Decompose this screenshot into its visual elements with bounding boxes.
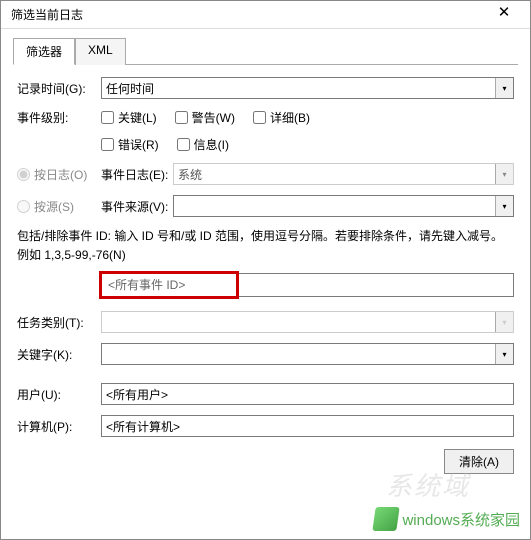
label-event-source: 事件来源(V): [101,198,173,215]
level-checkbox-group: 关键(L) 警告(W) 详细(B) [101,109,514,126]
keywords-combo[interactable]: ▾ [101,343,514,365]
radio-by-source[interactable]: 按源(S) [17,198,101,215]
checkbox-warning-input[interactable] [175,111,188,124]
radio-by-source-input[interactable] [17,200,30,213]
event-id-placeholder: <所有事件 ID> [102,274,236,295]
chevron-down-icon: ▾ [495,312,513,332]
windows-logo-icon [373,507,400,531]
task-category-combo[interactable]: ▾ [101,311,514,333]
event-id-highlight: <所有事件 ID> [99,271,239,299]
checkbox-info-input[interactable] [177,138,190,151]
titlebar: 筛选当前日志 ✕ [1,1,530,29]
tab-xml[interactable]: XML [75,38,126,65]
checkbox-info[interactable]: 信息(I) [177,136,229,153]
event-log-value: 系统 [178,166,202,183]
label-user: 用户(U): [17,386,101,403]
filter-dialog: 筛选当前日志 ✕ 筛选器 XML 记录时间(G): 任何时间 ▾ [0,0,531,540]
checkbox-error[interactable]: 错误(R) [101,136,159,153]
label-logged: 记录时间(G): [17,80,101,97]
user-input[interactable] [101,383,514,405]
checkbox-critical[interactable]: 关键(L) [101,109,157,126]
logged-time-value: 任何时间 [106,80,154,97]
chevron-down-icon: ▾ [495,196,513,216]
event-id-input[interactable]: <所有事件 ID> [101,273,514,297]
close-icon: ✕ [498,4,511,21]
checkbox-info-label: 信息(I) [194,136,229,153]
label-level: 事件级别: [17,109,101,126]
checkbox-critical-input[interactable] [101,111,114,124]
radio-by-log-input[interactable] [17,168,30,181]
brand-watermark: windows系统家园 [374,507,520,531]
radio-by-log[interactable]: 按日志(O) [17,166,101,183]
event-source-combo[interactable]: ▾ [173,195,514,217]
chevron-down-icon: ▾ [495,164,513,184]
checkbox-verbose-input[interactable] [253,111,266,124]
computer-input[interactable] [101,415,514,437]
brand-text: windows系统家园 [402,509,520,530]
label-computer: 计算机(P): [17,418,101,435]
checkbox-error-input[interactable] [101,138,114,151]
event-log-combo[interactable]: 系统 ▾ [173,163,514,185]
content-area: 筛选器 XML 记录时间(G): 任何时间 ▾ 事件级别: [1,29,530,488]
tab-strip: 筛选器 XML [13,37,518,65]
tab-filter[interactable]: 筛选器 [13,38,75,65]
checkbox-verbose-label: 详细(B) [270,109,310,126]
checkbox-verbose[interactable]: 详细(B) [253,109,310,126]
label-task-category: 任务类别(T): [17,314,101,331]
checkbox-error-label: 错误(R) [118,136,159,153]
radio-by-log-label: 按日志(O) [34,166,87,183]
level-checkbox-group-2: 错误(R) 信息(I) [101,136,514,153]
label-event-log: 事件日志(E): [101,166,173,183]
form-area: 记录时间(G): 任何时间 ▾ 事件级别: 关键(L) [13,71,518,480]
radio-by-source-label: 按源(S) [34,198,74,215]
checkbox-warning[interactable]: 警告(W) [175,109,235,126]
logged-time-combo[interactable]: 任何时间 ▾ [101,77,514,99]
background-watermark: 系统域 [386,466,470,503]
chevron-down-icon: ▾ [495,344,513,364]
window-title: 筛选当前日志 [11,6,83,23]
label-keywords: 关键字(K): [17,346,101,363]
checkbox-critical-label: 关键(L) [118,109,157,126]
event-id-help: 包括/排除事件 ID: 输入 ID 号和/或 ID 范围，使用逗号分隔。若要排除… [17,227,514,265]
checkbox-warning-label: 警告(W) [192,109,235,126]
chevron-down-icon: ▾ [495,78,513,98]
close-button[interactable]: ✕ [484,4,524,26]
